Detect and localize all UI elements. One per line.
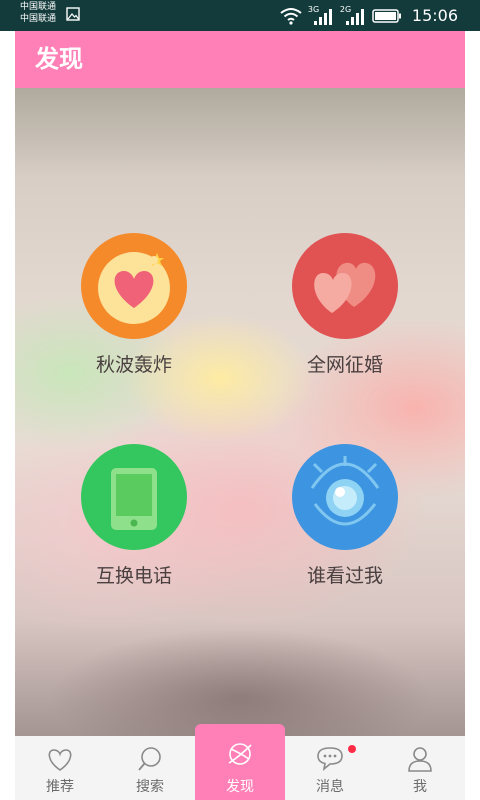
search-icon	[138, 747, 161, 771]
network-type-3g: 3G	[307, 4, 320, 14]
feature-exchange-phone[interactable]: 互换电话	[34, 444, 234, 614]
wifi-icon	[280, 7, 302, 25]
heart-outline-icon	[48, 749, 72, 771]
phone-icon	[81, 444, 187, 550]
tab-discover[interactable]: 发现	[195, 724, 285, 800]
page-title: 发现	[35, 45, 83, 73]
screen: 中国联通 中国联通 3G 2G 15:06 发现 秋波轰炸 全网征婚 互换电话 …	[0, 0, 480, 800]
signal-2g: 2G	[339, 4, 366, 26]
tab-me[interactable]: 我	[375, 736, 465, 800]
image-notification-icon	[66, 7, 80, 21]
discover-icon	[228, 743, 252, 765]
two-hearts-icon	[292, 233, 398, 339]
feature-label: 全网征婚	[306, 354, 383, 376]
signal-3g: 3G	[307, 4, 334, 26]
feature-flirt-bomb[interactable]: 秋波轰炸	[34, 233, 234, 403]
unread-badge	[348, 745, 356, 753]
tab-label: 我	[413, 779, 427, 795]
feature-who-viewed-me[interactable]: 谁看过我	[245, 444, 445, 614]
status-icons: 3G 2G 15:06	[280, 0, 480, 31]
battery-icon	[372, 8, 401, 23]
network-type-2g: 2G	[339, 4, 352, 14]
left-margin	[0, 0, 15, 800]
feature-label: 谁看过我	[306, 565, 383, 587]
tab-messages[interactable]: 消息	[285, 736, 375, 800]
status-bar: 中国联通 中国联通 3G 2G 15:06	[0, 0, 480, 31]
app-bar: 发现	[15, 31, 465, 88]
tab-label: 推荐	[46, 779, 74, 795]
feature-label: 秋波轰炸	[95, 354, 172, 376]
heart-burst-icon	[81, 233, 187, 339]
carrier-info: 中国联通 中国联通	[20, 1, 56, 25]
tab-label: 发现	[226, 779, 254, 795]
person-icon	[408, 747, 432, 772]
tab-label: 消息	[316, 779, 344, 795]
chat-bubble-icon	[317, 747, 343, 772]
feature-label: 互换电话	[95, 565, 172, 587]
tab-label: 搜索	[136, 779, 164, 795]
feature-matchmaking[interactable]: 全网征婚	[245, 233, 445, 403]
clock: 15:06	[411, 6, 458, 25]
right-margin	[465, 0, 480, 800]
bottom-nav: 推荐 搜索 发现 消息 我	[15, 724, 465, 800]
tab-recommend[interactable]: 推荐	[15, 736, 105, 800]
tab-search[interactable]: 搜索	[105, 736, 195, 800]
discover-grid: 秋波轰炸 全网征婚 互换电话 谁看过我	[15, 88, 465, 736]
carrier-1: 中国联通	[20, 2, 57, 12]
carrier-2: 中国联通	[20, 14, 57, 24]
eye-icon	[292, 444, 398, 550]
